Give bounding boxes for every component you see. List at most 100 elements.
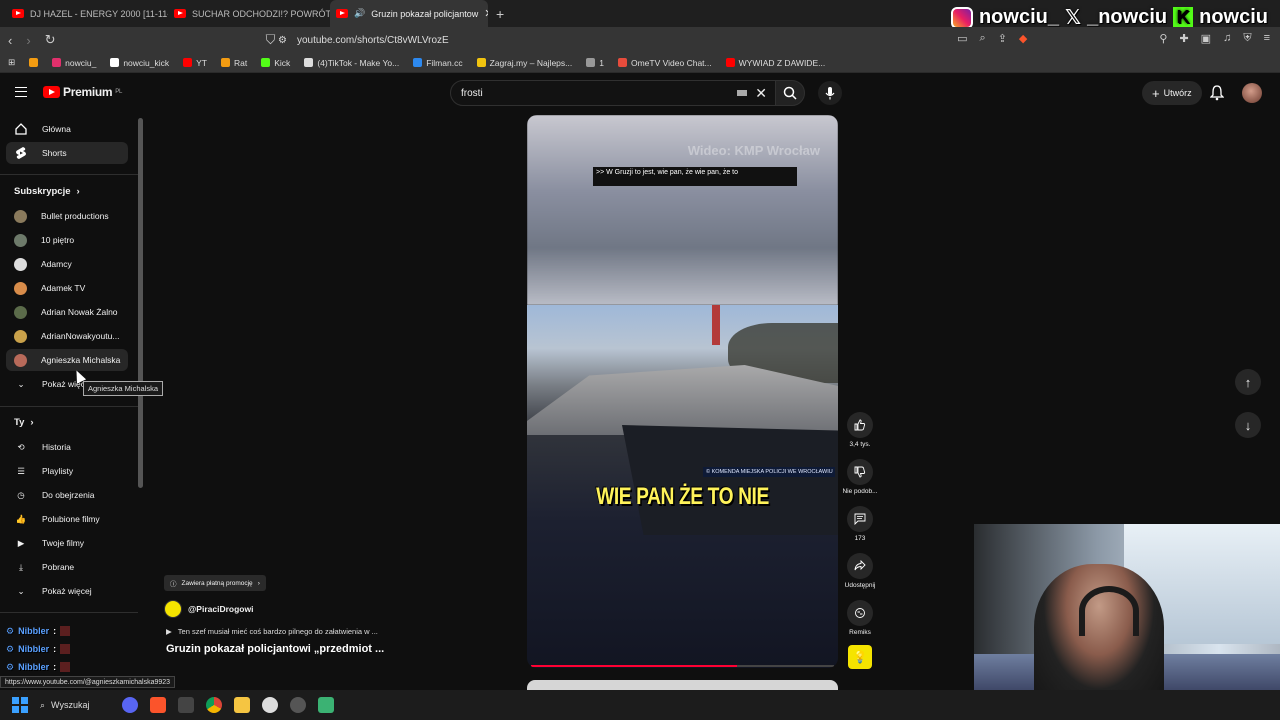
you-header[interactable]: Ty ›: [14, 417, 34, 428]
windows-start-icon[interactable]: [12, 697, 28, 713]
sidebar-item-playlists[interactable]: ☰ Playlisty: [6, 460, 128, 482]
hamburger-menu-icon[interactable]: [15, 87, 27, 97]
notifications-bell-icon[interactable]: [1210, 85, 1224, 101]
browser-toolbar: ‹ › ↻ ⛉ ⚙ youtube.com/shorts/Ct8vWLVrozE…: [0, 27, 1280, 53]
next-short-preview[interactable]: [527, 680, 838, 690]
game-icon[interactable]: [318, 697, 334, 713]
video-title[interactable]: Gruzin pokazał policjantowi „przedmiot .…: [166, 643, 384, 655]
sound-thumbnail[interactable]: 💡: [848, 645, 872, 669]
bookmark-item[interactable]: 1: [586, 58, 604, 68]
sidebar-item-home[interactable]: Główna: [6, 118, 128, 140]
instagram-handle: nowciu_: [978, 6, 1059, 28]
steam-icon[interactable]: [290, 697, 306, 713]
status-bar-url: https://www.youtube.com/@agnieszkamichal…: [0, 676, 176, 688]
chrome-icon[interactable]: [206, 697, 222, 713]
sidebar-scrollbar[interactable]: [138, 118, 143, 488]
speaker-icon[interactable]: 🔊: [354, 8, 365, 19]
channel-name[interactable]: @PiraciDrogowi: [188, 604, 253, 614]
like-button[interactable]: 3,4 tys.: [840, 412, 880, 448]
youtube-premium-logo[interactable]: Premium PL: [43, 85, 122, 99]
bookmark-page-icon[interactable]: ⛉: [266, 32, 276, 48]
windows-taskbar: ⌕ Wyszukaj: [0, 690, 1280, 720]
create-button[interactable]: + Utwórz: [1142, 81, 1202, 105]
new-tab-button[interactable]: +: [496, 6, 504, 22]
share-page-icon[interactable]: ⇪: [998, 32, 1007, 45]
bookmark-folder[interactable]: [29, 58, 39, 67]
sidebar-item-liked[interactable]: 👍 Polubione filmy: [6, 508, 128, 530]
brave-icon[interactable]: [150, 697, 166, 713]
sidebar-toggle-icon[interactable]: ▣: [1201, 32, 1211, 45]
browser-tab[interactable]: SUCHAR ODCHODZI!? POWRÓT BRU: [168, 0, 330, 27]
short-video-player[interactable]: Wideo: KMP Wrocław >> W Gruzji to jest, …: [527, 115, 838, 668]
keyboard-icon[interactable]: [737, 90, 747, 96]
bookmark-item[interactable]: Zagraj.my – Najleps...: [476, 58, 572, 68]
clear-search-icon[interactable]: ✕: [755, 85, 767, 102]
search-input[interactable]: frosti ✕: [450, 80, 776, 106]
bookmark-item[interactable]: nowciu_: [52, 58, 96, 68]
discord-icon[interactable]: [122, 697, 138, 713]
paid-promotion-badge[interactable]: ⓘ Zawiera płatną promocję ›: [164, 575, 266, 591]
video-subtitle: WIE PAN ŻE TO NIE: [596, 483, 769, 510]
bookmark-item[interactable]: Filman.cc: [413, 58, 463, 68]
bookmark-item[interactable]: YT: [183, 58, 207, 68]
video-description[interactable]: ▶ Ten szef musiał mieć coś bardzo pilneg…: [166, 627, 378, 636]
bookmark-item[interactable]: (4)TikTok - Make Yo...: [304, 58, 399, 68]
bookmark-item[interactable]: OmeTV Video Chat...: [617, 58, 712, 68]
address-bar[interactable]: ⚙ youtube.com/shorts/Ct8vWLVrozE: [278, 30, 978, 50]
zoom-icon[interactable]: ⌕: [980, 32, 986, 45]
subscription-item[interactable]: Adrian Nowak Żalno: [6, 301, 128, 323]
brave-shield-icon[interactable]: ◆: [1019, 32, 1027, 45]
remix-button[interactable]: Remiks: [840, 600, 880, 636]
comments-button[interactable]: 173: [840, 506, 880, 542]
close-tab-icon[interactable]: ✕: [484, 7, 488, 20]
puzzle-icon[interactable]: ✚: [1179, 32, 1188, 45]
search-button[interactable]: [775, 80, 805, 106]
extension-icon[interactable]: ⚲: [1159, 32, 1167, 45]
browser-tab-active[interactable]: 🔊 Gruzin pokazał policjantow ✕: [330, 0, 488, 27]
site-settings-icon[interactable]: ⚙: [278, 35, 287, 46]
subscription-item[interactable]: AdrianNowakyoutu...: [6, 325, 128, 347]
apps-grid-icon[interactable]: ⊞: [8, 57, 15, 68]
account-avatar[interactable]: [1242, 83, 1262, 103]
menu-icon[interactable]: ≡: [1264, 32, 1270, 45]
sidebar-item-watch-later[interactable]: ◷ Do obejrzenia: [6, 484, 128, 506]
subscription-item[interactable]: Bullet productions: [6, 205, 128, 227]
share-button[interactable]: Udostępnij: [840, 553, 880, 589]
bookmark-item[interactable]: nowciu_kick: [110, 58, 169, 68]
bookmark-item[interactable]: WYWIAD Z DAWIDE...: [725, 58, 825, 68]
app-icon[interactable]: [178, 697, 194, 713]
reload-icon[interactable]: ↻: [45, 32, 56, 48]
back-icon[interactable]: ‹: [8, 33, 12, 48]
bookmark-item[interactable]: Kick: [261, 58, 290, 68]
subscription-item[interactable]: Adamek TV: [6, 277, 128, 299]
subscription-item[interactable]: 10 piętro: [6, 229, 128, 251]
bookmark-item[interactable]: Rat: [221, 58, 247, 68]
arrow-down-icon: ↓: [1244, 417, 1252, 433]
voice-search-button[interactable]: [818, 81, 842, 105]
cast-icon[interactable]: ▭: [957, 32, 967, 45]
subscription-item-hovered[interactable]: Agnieszka Michalska: [6, 349, 128, 371]
sidebar-item-shorts[interactable]: Shorts: [6, 142, 128, 164]
emote: [60, 644, 71, 654]
file-explorer-icon[interactable]: [234, 697, 250, 713]
sidebar-item-history[interactable]: ⟲ Historia: [6, 436, 128, 458]
subscriptions-header[interactable]: Subskrypcje ›: [14, 186, 80, 197]
obs-icon[interactable]: [262, 697, 278, 713]
wallet-icon[interactable]: ⛨: [1243, 32, 1251, 45]
forward-icon[interactable]: ›: [26, 33, 30, 48]
next-short-button[interactable]: ↓: [1235, 412, 1261, 438]
url-text[interactable]: youtube.com/shorts/Ct8vWLVrozE: [297, 35, 449, 46]
channel-info[interactable]: @PiraciDrogowi: [164, 600, 253, 618]
taskbar-search[interactable]: ⌕ Wyszukaj: [40, 700, 110, 711]
watch-later-icon: ◷: [17, 489, 25, 500]
sidebar-item-downloads[interactable]: ⤓ Pobrane: [6, 556, 128, 578]
music-icon[interactable]: ♫: [1223, 32, 1231, 45]
video-progress-bar[interactable]: [531, 665, 834, 667]
sidebar-item-show-more[interactable]: ⌄ Pokaż więcej: [6, 580, 128, 602]
dislike-button[interactable]: Nie podob...: [840, 459, 880, 495]
previous-short-button[interactable]: ↑: [1235, 369, 1261, 395]
subscription-item[interactable]: Adamcy: [6, 253, 128, 275]
browser-tab[interactable]: DJ HAZEL - ENERGY 2000 [11-11-: [6, 0, 168, 27]
sidebar-item-your-videos[interactable]: ▶ Twoje filmy: [6, 532, 128, 554]
channel-avatar[interactable]: [164, 600, 182, 618]
